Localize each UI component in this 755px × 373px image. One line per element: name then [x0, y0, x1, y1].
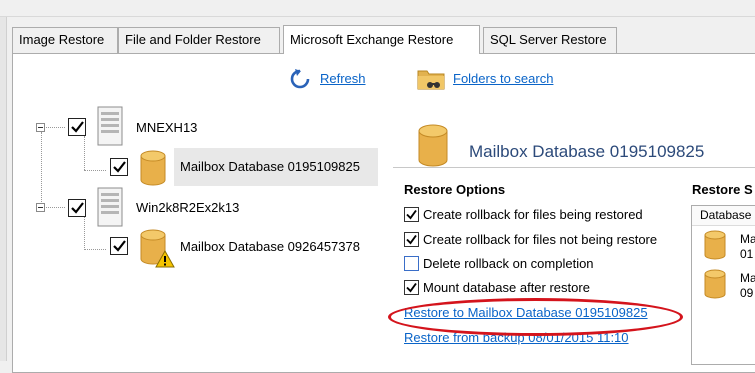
database-icon	[140, 150, 166, 186]
option-checkbox-delete-rollback[interactable]	[404, 256, 419, 271]
list-item-line[interactable]: Ma	[740, 232, 755, 246]
server-name[interactable]: MNEXH13	[136, 120, 197, 135]
detail-title: Mailbox Database 0195109825	[469, 142, 705, 161]
database-name[interactable]: Mailbox Database 0195109825	[180, 159, 360, 174]
server-icon	[97, 187, 123, 227]
tree-connector	[84, 136, 85, 170]
database-checkbox[interactable]	[110, 237, 128, 255]
database-name[interactable]: Mailbox Database 0926457378	[180, 239, 360, 254]
option-label[interactable]: Create rollback for files not being rest…	[423, 232, 657, 247]
folder-search-icon[interactable]	[417, 66, 447, 92]
restore-sources-list[interactable]: Database Ma 01 Ma 09	[691, 205, 755, 365]
list-item-line[interactable]: 09	[740, 286, 753, 300]
database-icon	[704, 269, 726, 299]
option-label[interactable]: Create rollback for files being restored	[423, 207, 643, 222]
detail-divider	[393, 167, 755, 168]
database-large-icon	[418, 124, 448, 167]
tab-file-folder-restore[interactable]: File and Folder Restore	[118, 27, 280, 53]
column-header-database[interactable]: Database	[700, 208, 751, 222]
list-item-line[interactable]: Ma	[740, 271, 755, 285]
folders-to-search-link[interactable]: Folders to search	[453, 71, 553, 86]
server-checkbox[interactable]	[68, 118, 86, 136]
database-checkbox[interactable]	[110, 158, 128, 176]
option-checkbox-mount-database[interactable]	[404, 280, 419, 295]
restore-options-heading: Restore Options	[404, 182, 506, 197]
tab-sql-restore[interactable]: SQL Server Restore	[483, 27, 617, 53]
tree-collapse-toggle[interactable]	[36, 203, 45, 212]
tab-exchange-restore[interactable]: Microsoft Exchange Restore	[283, 25, 480, 54]
option-checkbox-rollback-restored[interactable]	[404, 207, 419, 222]
tree-connector	[84, 249, 106, 250]
list-header: Database	[692, 206, 755, 226]
tree-connector	[41, 132, 42, 202]
server-icon	[97, 106, 123, 146]
tree-connector	[84, 216, 85, 250]
tree-connector	[84, 170, 106, 171]
server-name[interactable]: Win2k8R2Ex2k13	[136, 200, 239, 215]
highlight-annotation-ellipse	[388, 298, 683, 336]
tree-collapse-toggle[interactable]	[36, 123, 45, 132]
refresh-link[interactable]: Refresh	[320, 71, 366, 86]
tab-image-restore[interactable]: Image Restore	[12, 27, 118, 53]
warning-icon	[155, 250, 175, 268]
option-checkbox-rollback-not-restored[interactable]	[404, 232, 419, 247]
option-label[interactable]: Mount database after restore	[423, 280, 590, 295]
window-top-strip	[0, 0, 755, 17]
left-edge-strip	[0, 17, 7, 361]
refresh-icon[interactable]	[289, 68, 311, 90]
server-checkbox[interactable]	[68, 199, 86, 217]
option-label[interactable]: Delete rollback on completion	[423, 256, 594, 271]
list-item-line[interactable]: 01	[740, 247, 753, 261]
restore-sources-heading: Restore S	[692, 182, 753, 197]
database-icon	[704, 230, 726, 260]
